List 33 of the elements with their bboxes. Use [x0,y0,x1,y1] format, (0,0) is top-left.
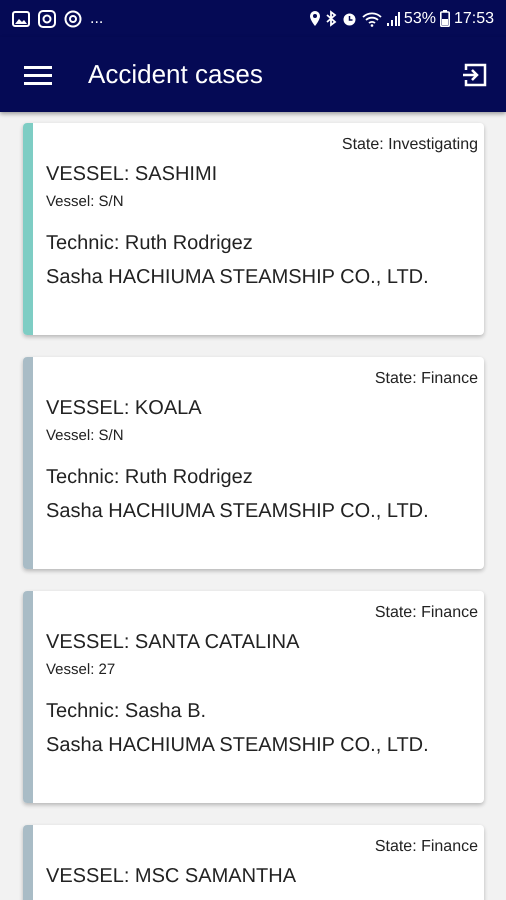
technician-text: Technic: Ruth Rodrigez [46,464,254,490]
time-text: 17:53 [454,8,494,28]
vessel-number: Vessel: 27 [46,660,116,680]
technician-text: Technic: Ruth Rodrigez [46,230,254,256]
location-icon [308,10,321,27]
company-text: Sasha HACHIUMA STEAMSHIP CO., LTD. [46,264,430,290]
state-text: State: Finance [374,369,478,389]
wifi-icon [362,10,382,26]
company-text: Sasha HACHIUMA STEAMSHIP CO., LTD. [46,732,430,758]
screen-title: Accident cases [88,58,263,90]
technician-text: Technic: Sasha B. [46,698,208,724]
case-card[interactable]: State: Finance VESSEL: KOALA Vessel: S/N Technic: Ruth Rodrigez Sasha HACHIUMA STEAMSHIP CO., LTD. [23,357,484,569]
vessel-name: VESSEL: MSC SAMANTHA [46,864,298,889]
state-text: State: Finance [374,837,478,857]
vessel-number: Vessel: S/N [46,426,125,446]
logout-button[interactable] [462,62,488,88]
gallery-icon [12,10,30,26]
case-card[interactable]: State: Finance VESSEL: MSC SAMANTHA [23,825,484,900]
state-text: State: Investigating [340,135,478,155]
vessel-name: VESSEL: KOALA [46,396,203,421]
bluetooth-icon [324,10,337,27]
battery-icon [440,10,450,27]
battery-text: 53% [404,8,436,28]
state-text: State: Finance [374,603,478,623]
overflow-text: ... [90,8,104,28]
signal-icon [386,10,400,26]
vessel-name: VESSEL: SANTA CATALINA [46,630,300,655]
menu-button[interactable] [24,64,52,86]
case-card[interactable]: State: Investigating VESSEL: SASHIMI Vessel: S/N Technic: Ruth Rodrigez Sasha HACHIUMA STEAMSHIP CO., LTD. [23,123,484,335]
vessel-name: VESSEL: SASHIMI [46,162,218,187]
case-card[interactable]: State: Finance VESSEL: SANTA CATALINA Vessel: 27 Technic: Sasha B. Sasha HACHIUMA STEAMSHIP CO., LTD. [23,591,484,803]
company-text: Sasha HACHIUMA STEAMSHIP CO., LTD. [46,498,430,524]
vessel-number: Vessel: S/N [46,192,125,212]
